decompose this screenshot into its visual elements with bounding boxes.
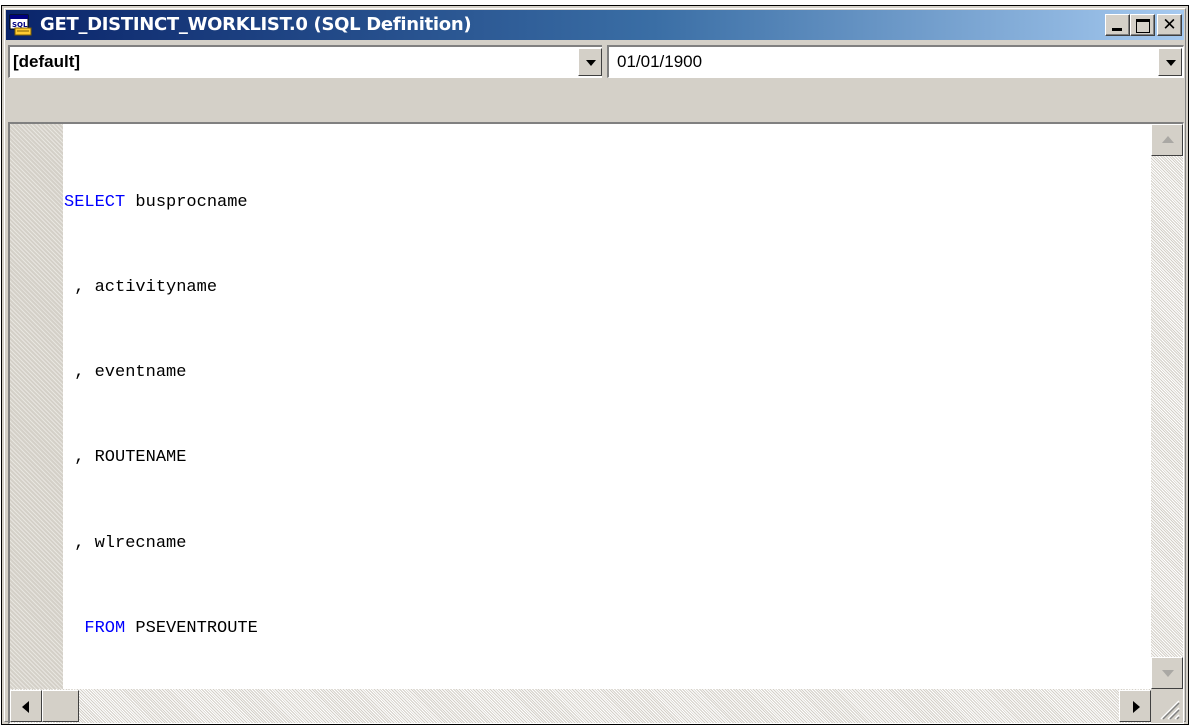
effective-date-value: 01/01/1900 xyxy=(617,52,703,71)
code-text: , eventname xyxy=(64,363,187,383)
horizontal-scroll-thumb[interactable] xyxy=(42,690,79,722)
code-line: , wlrecname xyxy=(64,530,258,558)
resize-grip-icon xyxy=(1160,700,1180,720)
chevron-down-icon xyxy=(1166,60,1176,66)
database-type-dropdown-button[interactable] xyxy=(578,48,602,76)
sql-document-icon: SQL xyxy=(9,14,32,36)
code-line: , activityname xyxy=(64,274,258,302)
window-title: GET_DISTINCT_WORKLIST.0 (SQL Definition) xyxy=(40,14,472,35)
arrow-left-icon xyxy=(22,701,29,713)
editor-gutter xyxy=(10,124,63,689)
minimize-button[interactable] xyxy=(1105,14,1130,36)
scroll-down-button[interactable] xyxy=(1151,657,1183,689)
sql-keyword: SELECT xyxy=(64,192,126,212)
code-text: PSEVENTROUTE xyxy=(125,618,258,638)
scroll-left-button[interactable] xyxy=(10,690,42,722)
sql-editor[interactable]: SELECT busprocname , activityname , even… xyxy=(8,122,1184,724)
maximize-button[interactable] xyxy=(1130,14,1155,36)
code-line: , ROUTENAME xyxy=(64,444,258,472)
sql-definition-window: SQL GET_DISTINCT_WORKLIST.0 (SQL Definit… xyxy=(1,5,1189,725)
arrow-down-icon xyxy=(1162,670,1174,677)
code-line: , eventname xyxy=(64,359,258,387)
scroll-up-button[interactable] xyxy=(1151,124,1183,156)
close-button[interactable]: ✕ xyxy=(1157,14,1182,36)
code-text: , activityname xyxy=(64,278,218,298)
code-line: FROM PSEVENTROUTE xyxy=(64,615,258,643)
code-text: busprocname xyxy=(125,192,248,212)
scroll-right-button[interactable] xyxy=(1119,690,1151,722)
effective-date-dropdown-button[interactable] xyxy=(1158,48,1182,76)
close-icon: ✕ xyxy=(1162,15,1177,35)
chevron-down-icon xyxy=(586,60,596,66)
maximize-icon xyxy=(1136,19,1150,33)
code-line: SELECT busprocname xyxy=(64,189,258,217)
sql-code[interactable]: SELECT busprocname , activityname , even… xyxy=(64,132,258,700)
horizontal-scrollbar[interactable] xyxy=(10,689,1151,723)
title-bar[interactable]: SQL GET_DISTINCT_WORKLIST.0 (SQL Definit… xyxy=(6,10,1184,40)
arrow-up-icon xyxy=(1162,136,1174,143)
vertical-scrollbar[interactable] xyxy=(1151,124,1183,689)
arrow-right-icon xyxy=(1133,701,1140,713)
sql-keyword: FROM xyxy=(64,618,126,638)
minimize-icon xyxy=(1112,28,1122,31)
size-grip[interactable] xyxy=(1151,689,1183,723)
database-type-value: [default] xyxy=(13,52,81,71)
code-text: , wlrecname xyxy=(64,533,187,553)
code-text: , ROUTENAME xyxy=(64,448,187,468)
effective-date-dropdown[interactable]: 01/01/1900 xyxy=(607,45,1184,78)
database-type-dropdown[interactable]: [default] xyxy=(8,45,604,78)
